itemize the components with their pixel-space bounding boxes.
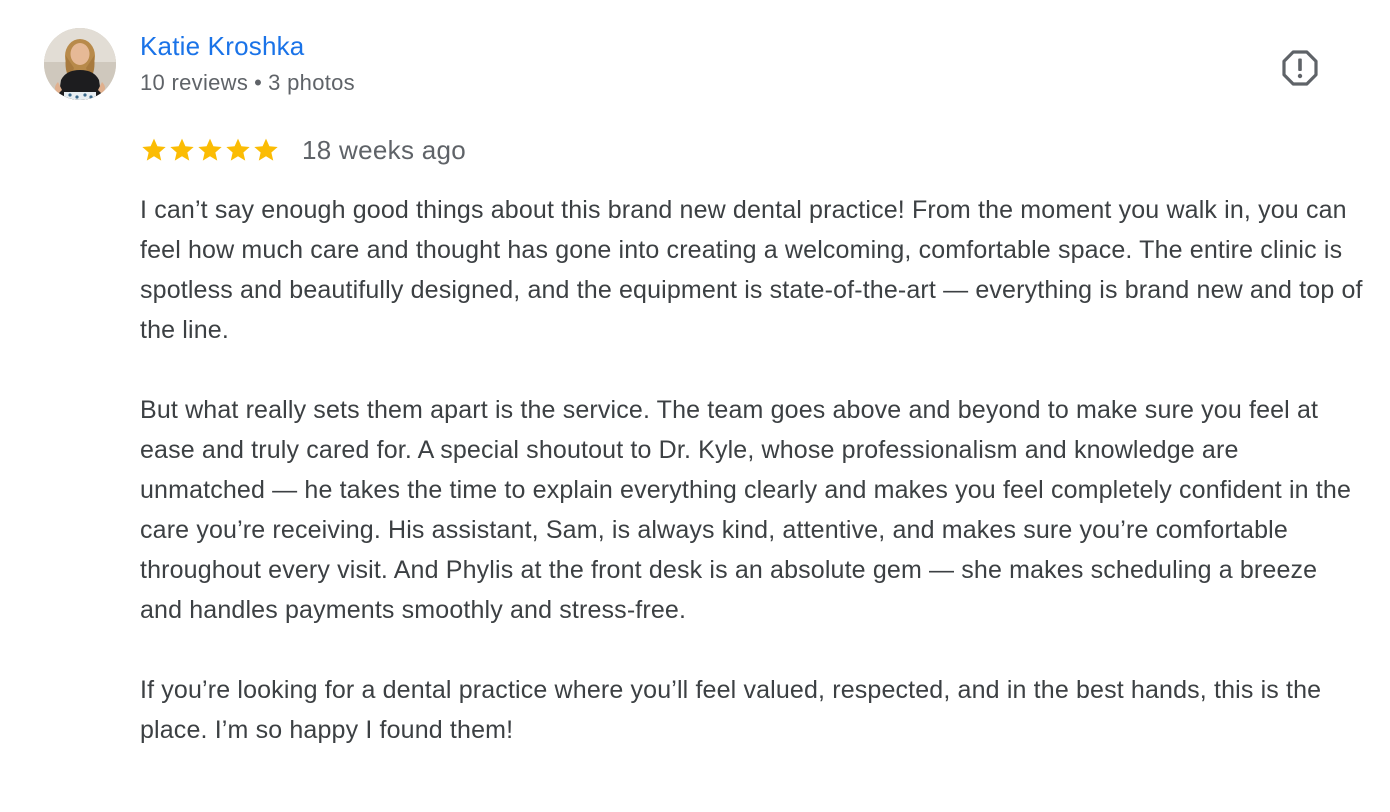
report-flag-icon — [1282, 50, 1318, 86]
review-paragraph: But what really sets them apart is the s… — [140, 396, 1352, 624]
author-name-link[interactable]: Katie Kroshka — [140, 31, 304, 62]
review-count: 10 reviews — [140, 70, 249, 95]
star-icon — [226, 138, 250, 161]
photo-count: 3 photos — [268, 70, 355, 95]
report-review-button[interactable] — [1278, 46, 1322, 90]
star-rating — [140, 136, 280, 164]
meta-separator: • — [254, 70, 263, 95]
review-date: 18 weeks ago — [302, 134, 467, 165]
review-text: I can’t say enough good things about thi… — [140, 190, 1365, 750]
review-card: Katie Kroshka 10 reviews • 3 photos 18 wee… — [0, 0, 1390, 812]
avatar[interactable] — [44, 28, 116, 100]
rating-row: 18 weeks ago — [140, 132, 466, 168]
star-icon — [170, 138, 194, 161]
review-paragraph: I can’t say enough good things about thi… — [140, 196, 1363, 344]
star-icon — [142, 138, 166, 161]
avatar-photo — [44, 28, 116, 100]
star-icon — [198, 138, 222, 161]
review-paragraph: If you’re looking for a dental practice … — [140, 676, 1322, 744]
star-icon — [254, 138, 278, 161]
author-meta: 10 reviews • 3 photos — [140, 70, 355, 96]
